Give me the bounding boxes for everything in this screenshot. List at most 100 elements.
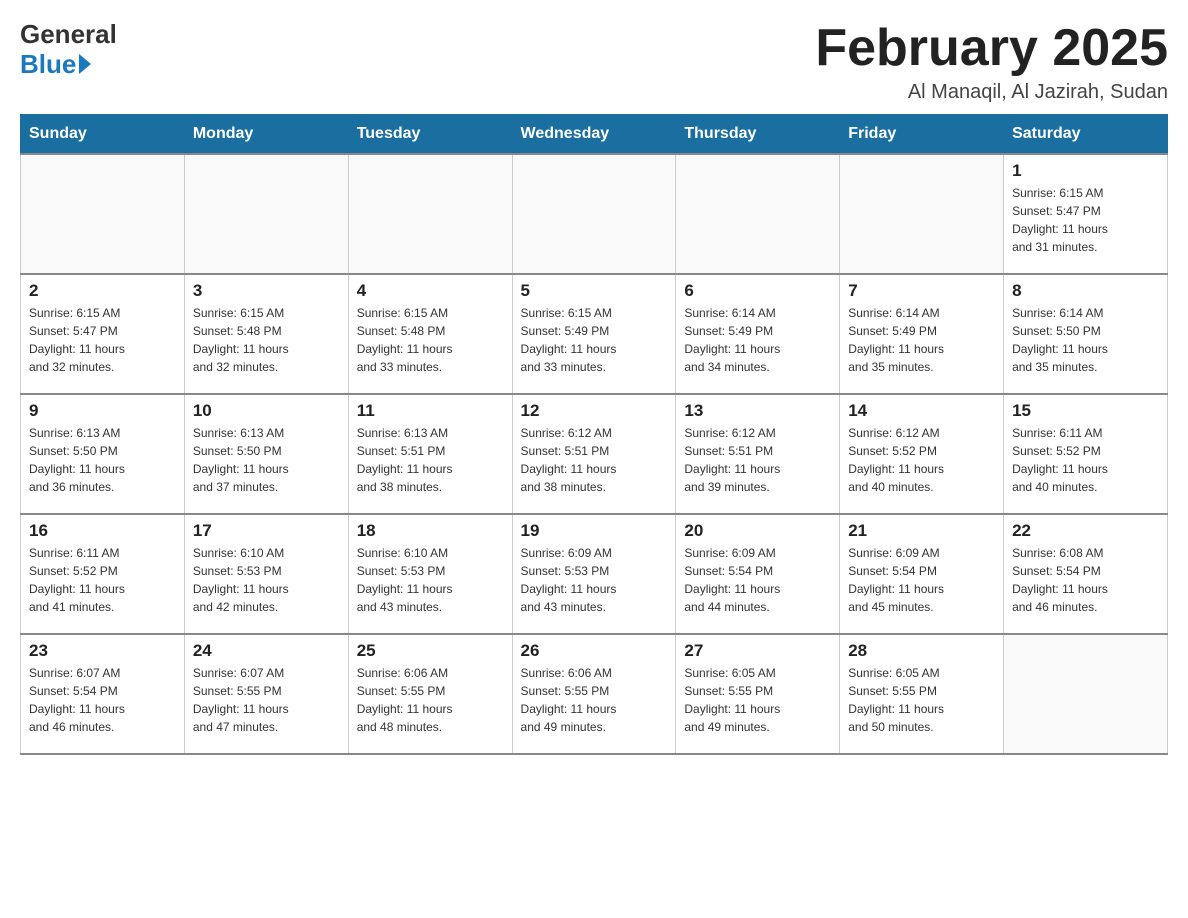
day-info: Sunrise: 6:09 AM Sunset: 5:53 PM Dayligh…: [521, 544, 668, 616]
day-info: Sunrise: 6:13 AM Sunset: 5:50 PM Dayligh…: [193, 424, 340, 496]
logo-triangle-icon: [79, 54, 91, 74]
calendar-cell: 18 Sunrise: 6:10 AM Sunset: 5:53 PM Dayli…: [348, 514, 512, 634]
day-info: Sunrise: 6:10 AM Sunset: 5:53 PM Dayligh…: [357, 544, 504, 616]
calendar-cell: 12 Sunrise: 6:12 AM Sunset: 5:51 PM Dayli…: [512, 394, 676, 514]
calendar-cell: 4Sunrise: 6:15 AM Sunset: 5:48 PM Daylig…: [348, 274, 512, 394]
day-info: Sunrise: 6:15 AM Sunset: 5:49 PM Dayligh…: [521, 304, 668, 376]
calendar-week-row: 23 Sunrise: 6:07 AM Sunset: 5:54 PM Dayli…: [21, 634, 1168, 754]
day-info: Sunrise: 6:05 AM Sunset: 5:55 PM Dayligh…: [848, 664, 995, 736]
day-of-week-header: Saturday: [1004, 115, 1168, 155]
day-number: 9: [29, 401, 176, 421]
day-number: 2: [29, 281, 176, 301]
calendar-header-row: SundayMondayTuesdayWednesdayThursdayFrid…: [21, 115, 1168, 155]
day-number: 11: [357, 401, 504, 421]
calendar-cell: [348, 154, 512, 274]
calendar-cell: 6 Sunrise: 6:14 AM Sunset: 5:49 PM Daylig…: [676, 274, 840, 394]
calendar-week-row: 2 Sunrise: 6:15 AM Sunset: 5:47 PM Daylig…: [21, 274, 1168, 394]
day-info: Sunrise: 6:15 AM Sunset: 5:47 PM Dayligh…: [1012, 184, 1159, 256]
calendar-cell: 24 Sunrise: 6:07 AM Sunset: 5:55 PM Dayli…: [184, 634, 348, 754]
calendar-cell: 21Sunrise: 6:09 AM Sunset: 5:54 PM Dayli…: [840, 514, 1004, 634]
day-number: 24: [193, 641, 340, 661]
calendar-cell: 17 Sunrise: 6:10 AM Sunset: 5:53 PM Dayli…: [184, 514, 348, 634]
calendar-cell: [676, 154, 840, 274]
day-info: Sunrise: 6:05 AM Sunset: 5:55 PM Dayligh…: [684, 664, 831, 736]
calendar-cell: 28 Sunrise: 6:05 AM Sunset: 5:55 PM Dayli…: [840, 634, 1004, 754]
day-number: 12: [521, 401, 668, 421]
calendar-cell: 13 Sunrise: 6:12 AM Sunset: 5:51 PM Dayli…: [676, 394, 840, 514]
calendar-cell: 1 Sunrise: 6:15 AM Sunset: 5:47 PM Daylig…: [1004, 154, 1168, 274]
day-of-week-header: Wednesday: [512, 115, 676, 155]
day-info: Sunrise: 6:15 AM Sunset: 5:47 PM Dayligh…: [29, 304, 176, 376]
calendar-table: SundayMondayTuesdayWednesdayThursdayFrid…: [20, 114, 1168, 755]
calendar-cell: 10 Sunrise: 6:13 AM Sunset: 5:50 PM Dayli…: [184, 394, 348, 514]
day-number: 26: [521, 641, 668, 661]
day-info: Sunrise: 6:14 AM Sunset: 5:49 PM Dayligh…: [684, 304, 831, 376]
day-number: 27: [684, 641, 831, 661]
day-number: 3: [193, 281, 340, 301]
calendar-cell: 11 Sunrise: 6:13 AM Sunset: 5:51 PM Dayli…: [348, 394, 512, 514]
day-number: 19: [521, 521, 668, 541]
day-info: Sunrise: 6:06 AM Sunset: 5:55 PM Dayligh…: [357, 664, 504, 736]
calendar-week-row: 16 Sunrise: 6:11 AM Sunset: 5:52 PM Dayli…: [21, 514, 1168, 634]
calendar-cell: 3Sunrise: 6:15 AM Sunset: 5:48 PM Daylig…: [184, 274, 348, 394]
calendar-cell: 16 Sunrise: 6:11 AM Sunset: 5:52 PM Dayli…: [21, 514, 185, 634]
day-number: 15: [1012, 401, 1159, 421]
day-number: 14: [848, 401, 995, 421]
day-info: Sunrise: 6:13 AM Sunset: 5:51 PM Dayligh…: [357, 424, 504, 496]
calendar-cell: [184, 154, 348, 274]
day-number: 17: [193, 521, 340, 541]
day-info: Sunrise: 6:13 AM Sunset: 5:50 PM Dayligh…: [29, 424, 176, 496]
calendar-cell: [21, 154, 185, 274]
day-of-week-header: Sunday: [21, 115, 185, 155]
page-header: General Blue February 2025 Al Manaqil, A…: [20, 20, 1168, 104]
day-number: 18: [357, 521, 504, 541]
logo: General Blue: [20, 20, 117, 80]
calendar-cell: 25 Sunrise: 6:06 AM Sunset: 5:55 PM Dayli…: [348, 634, 512, 754]
day-number: 8: [1012, 281, 1159, 301]
day-number: 20: [684, 521, 831, 541]
day-number: 16: [29, 521, 176, 541]
day-number: 23: [29, 641, 176, 661]
month-title: February 2025: [815, 20, 1168, 77]
title-block: February 2025 Al Manaqil, Al Jazirah, Su…: [815, 20, 1168, 104]
day-info: Sunrise: 6:06 AM Sunset: 5:55 PM Dayligh…: [521, 664, 668, 736]
calendar-cell: 9 Sunrise: 6:13 AM Sunset: 5:50 PM Daylig…: [21, 394, 185, 514]
day-info: Sunrise: 6:12 AM Sunset: 5:51 PM Dayligh…: [521, 424, 668, 496]
calendar-cell: 20 Sunrise: 6:09 AM Sunset: 5:54 PM Dayli…: [676, 514, 840, 634]
day-number: 10: [193, 401, 340, 421]
calendar-cell: 2 Sunrise: 6:15 AM Sunset: 5:47 PM Daylig…: [21, 274, 185, 394]
calendar-cell: 14 Sunrise: 6:12 AM Sunset: 5:52 PM Dayli…: [840, 394, 1004, 514]
day-info: Sunrise: 6:14 AM Sunset: 5:50 PM Dayligh…: [1012, 304, 1159, 376]
calendar-cell: 26 Sunrise: 6:06 AM Sunset: 5:55 PM Dayli…: [512, 634, 676, 754]
day-info: Sunrise: 6:12 AM Sunset: 5:52 PM Dayligh…: [848, 424, 995, 496]
calendar-cell: [1004, 634, 1168, 754]
calendar-week-row: 1 Sunrise: 6:15 AM Sunset: 5:47 PM Daylig…: [21, 154, 1168, 274]
day-of-week-header: Thursday: [676, 115, 840, 155]
day-number: 1: [1012, 161, 1159, 181]
logo-blue-text: Blue: [20, 49, 91, 80]
day-info: Sunrise: 6:14 AM Sunset: 5:49 PM Dayligh…: [848, 304, 995, 376]
day-info: Sunrise: 6:09 AM Sunset: 5:54 PM Dayligh…: [684, 544, 831, 616]
day-info: Sunrise: 6:12 AM Sunset: 5:51 PM Dayligh…: [684, 424, 831, 496]
calendar-cell: 7 Sunrise: 6:14 AM Sunset: 5:49 PM Daylig…: [840, 274, 1004, 394]
day-number: 7: [848, 281, 995, 301]
day-number: 25: [357, 641, 504, 661]
day-info: Sunrise: 6:11 AM Sunset: 5:52 PM Dayligh…: [1012, 424, 1159, 496]
calendar-week-row: 9 Sunrise: 6:13 AM Sunset: 5:50 PM Daylig…: [21, 394, 1168, 514]
day-number: 13: [684, 401, 831, 421]
day-of-week-header: Monday: [184, 115, 348, 155]
calendar-cell: [840, 154, 1004, 274]
day-number: 6: [684, 281, 831, 301]
location-subtitle: Al Manaqil, Al Jazirah, Sudan: [815, 81, 1168, 104]
day-info: Sunrise: 6:11 AM Sunset: 5:52 PM Dayligh…: [29, 544, 176, 616]
day-info: Sunrise: 6:07 AM Sunset: 5:54 PM Dayligh…: [29, 664, 176, 736]
logo-general-text: General: [20, 20, 117, 49]
day-info: Sunrise: 6:09 AM Sunset: 5:54 PM Dayligh…: [848, 544, 995, 616]
calendar-cell: 23 Sunrise: 6:07 AM Sunset: 5:54 PM Dayli…: [21, 634, 185, 754]
day-number: 28: [848, 641, 995, 661]
calendar-cell: 19 Sunrise: 6:09 AM Sunset: 5:53 PM Dayli…: [512, 514, 676, 634]
day-info: Sunrise: 6:10 AM Sunset: 5:53 PM Dayligh…: [193, 544, 340, 616]
day-number: 5: [521, 281, 668, 301]
day-info: Sunrise: 6:07 AM Sunset: 5:55 PM Dayligh…: [193, 664, 340, 736]
day-number: 4: [357, 281, 504, 301]
